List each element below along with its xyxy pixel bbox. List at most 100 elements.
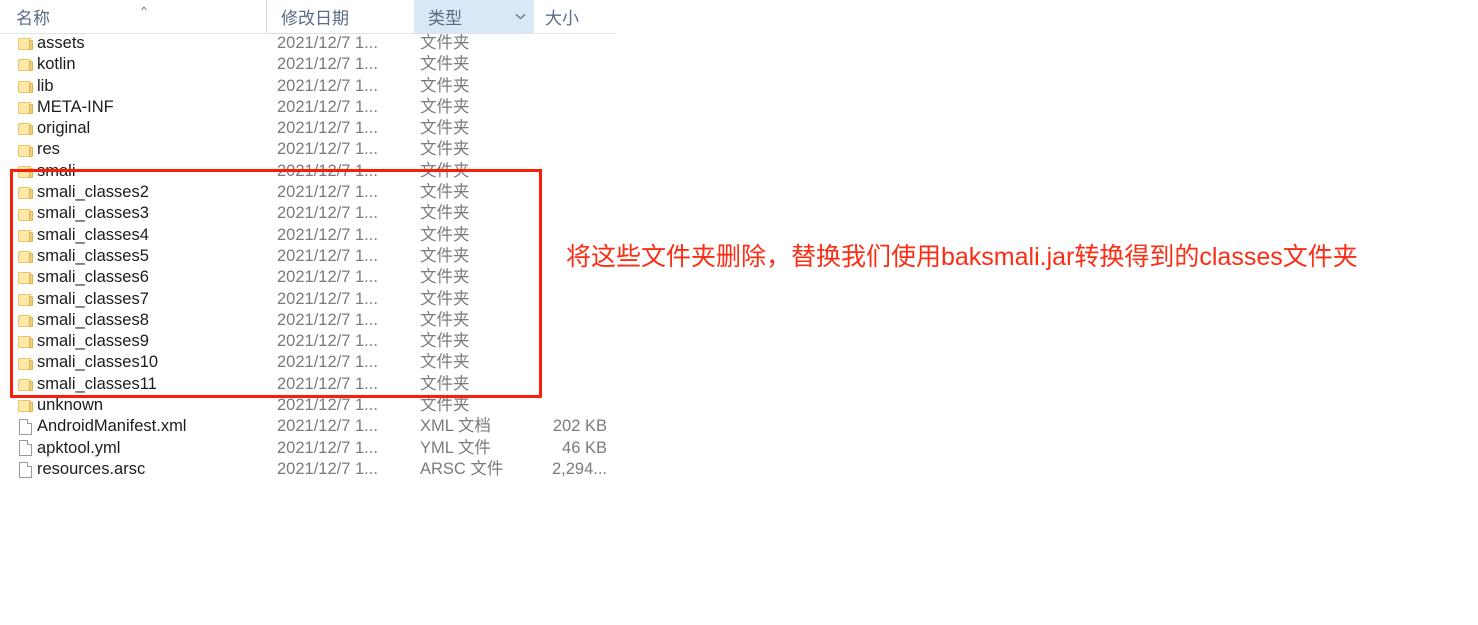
file-row[interactable]: kotlin 2021/12/7 1... 文件夹	[0, 54, 616, 75]
column-header-size-label: 大小	[545, 9, 579, 28]
folder-icon	[16, 97, 34, 118]
file-size-cell	[505, 118, 607, 139]
file-row[interactable]: smali_classes3 2021/12/7 1... 文件夹	[0, 203, 616, 224]
file-row[interactable]: resources.arsc 2021/12/7 1... ARSC 文件 2,294…	[0, 459, 616, 480]
column-header-type-label: 类型	[428, 9, 462, 28]
folder-icon	[16, 182, 34, 203]
file-date-cell: 2021/12/7 1...	[277, 34, 378, 52]
file-date-cell: 2021/12/7 1...	[277, 310, 378, 329]
folder-icon	[16, 267, 34, 288]
file-row[interactable]: res 2021/12/7 1... 文件夹	[0, 139, 616, 160]
file-size-cell	[505, 331, 607, 352]
file-name-cell: META-INF	[37, 97, 114, 116]
folder-icon	[16, 161, 34, 182]
folder-icon	[16, 203, 34, 224]
file-name-cell: lib	[37, 76, 54, 95]
column-header-row: 名称 修改日期 类型 大小	[0, 0, 616, 34]
folder-icon	[16, 352, 34, 373]
file-name-cell: apktool.yml	[37, 438, 121, 457]
file-name-cell: smali_classes5	[37, 246, 149, 265]
file-date-cell: 2021/12/7 1...	[277, 140, 378, 159]
file-row[interactable]: apktool.yml 2021/12/7 1... YML 文件 46 KB	[0, 438, 616, 459]
file-row[interactable]: smali_classes7 2021/12/7 1... 文件夹	[0, 289, 616, 310]
file-icon	[16, 438, 34, 459]
file-name-cell: smali_classes6	[37, 268, 149, 287]
folder-icon	[16, 76, 34, 97]
file-explorer-details-view: 名称 修改日期 类型 大小 assets 2021/12/7 1... 文件夹 kot…	[0, 0, 1478, 625]
file-row[interactable]: smali 2021/12/7 1... 文件夹	[0, 161, 616, 182]
column-header-date-modified-label: 修改日期	[281, 9, 349, 28]
file-size-cell	[505, 395, 607, 416]
file-icon	[16, 416, 34, 437]
file-row[interactable]: META-INF 2021/12/7 1... 文件夹	[0, 97, 616, 118]
folder-icon	[16, 139, 34, 160]
file-size-cell	[505, 182, 607, 203]
column-header-type[interactable]: 类型	[414, 0, 534, 33]
file-size-cell	[505, 203, 607, 224]
file-date-cell: 2021/12/7 1...	[277, 225, 378, 244]
file-row[interactable]: original 2021/12/7 1... 文件夹	[0, 118, 616, 139]
file-size-cell	[505, 139, 607, 160]
file-name-cell: smali_classes10	[37, 353, 159, 372]
file-size-cell	[505, 33, 607, 54]
file-size-cell: 2,294...	[551, 459, 607, 478]
file-size-cell	[505, 161, 607, 182]
file-size-cell	[505, 352, 607, 373]
column-header-name[interactable]: 名称	[0, 0, 265, 33]
file-row[interactable]: unknown 2021/12/7 1... 文件夹	[0, 395, 616, 416]
file-name-cell: res	[37, 140, 60, 159]
file-name-cell: smali_classes3	[37, 204, 149, 223]
column-header-date-modified[interactable]: 修改日期	[266, 0, 414, 33]
column-header-size[interactable]: 大小	[535, 0, 616, 33]
file-date-cell: 2021/12/7 1...	[277, 459, 378, 478]
file-row[interactable]: smali_classes9 2021/12/7 1... 文件夹	[0, 331, 616, 352]
file-date-cell: 2021/12/7 1...	[277, 417, 378, 436]
folder-icon	[16, 395, 34, 416]
file-size-cell	[505, 374, 607, 395]
file-date-cell: 2021/12/7 1...	[277, 119, 378, 138]
file-name-cell: smali_classes7	[37, 289, 149, 308]
file-date-cell: 2021/12/7 1...	[277, 438, 378, 457]
file-row[interactable]: assets 2021/12/7 1... 文件夹	[0, 33, 616, 54]
file-date-cell: 2021/12/7 1...	[277, 161, 378, 180]
file-name-cell: assets	[37, 34, 85, 52]
file-date-cell: 2021/12/7 1...	[277, 55, 378, 74]
file-date-cell: 2021/12/7 1...	[277, 289, 378, 308]
file-size-cell: 46 KB	[562, 438, 607, 457]
file-row[interactable]: smali_classes4 2021/12/7 1... 文件夹	[0, 225, 616, 246]
folder-icon	[16, 374, 34, 395]
folder-icon	[16, 33, 34, 54]
file-name-cell: smali_classes2	[37, 183, 149, 202]
file-size-cell	[505, 97, 607, 118]
file-name-cell: smali_classes4	[37, 225, 149, 244]
folder-icon	[16, 118, 34, 139]
file-row[interactable]: smali_classes10 2021/12/7 1... 文件夹	[0, 352, 616, 373]
folder-icon	[16, 310, 34, 331]
file-row[interactable]: AndroidManifest.xml 2021/12/7 1... XML 文档 2…	[0, 416, 616, 437]
file-date-cell: 2021/12/7 1...	[277, 246, 378, 265]
file-name-cell: smali_classes11	[37, 374, 157, 393]
file-name-cell: smali	[37, 161, 76, 180]
file-row[interactable]: smali_classes8 2021/12/7 1... 文件夹	[0, 310, 616, 331]
file-row[interactable]: lib 2021/12/7 1... 文件夹	[0, 76, 616, 97]
file-name-cell: resources.arsc	[37, 459, 146, 478]
chevron-down-icon[interactable]	[514, 11, 526, 23]
folder-icon	[16, 331, 34, 352]
file-name-cell: kotlin	[37, 55, 76, 74]
file-row[interactable]: smali_classes6 2021/12/7 1... 文件夹	[0, 267, 616, 288]
file-size-cell	[505, 76, 607, 97]
file-row[interactable]: smali_classes11 2021/12/7 1... 文件夹	[0, 374, 616, 395]
file-size-cell	[505, 289, 607, 310]
file-row[interactable]: smali_classes5 2021/12/7 1... 文件夹	[0, 246, 616, 267]
file-date-cell: 2021/12/7 1...	[277, 374, 378, 393]
file-name-cell: unknown	[37, 396, 104, 415]
file-size-cell	[505, 310, 607, 331]
file-row[interactable]: smali_classes2 2021/12/7 1... 文件夹	[0, 182, 616, 203]
folder-icon	[16, 225, 34, 246]
sort-ascending-caret-icon	[138, 1, 150, 10]
file-date-cell: 2021/12/7 1...	[277, 353, 378, 372]
file-name-cell: AndroidManifest.xml	[37, 417, 187, 436]
folder-icon	[16, 289, 34, 310]
file-date-cell: 2021/12/7 1...	[277, 268, 378, 287]
file-name-cell: smali_classes8	[37, 310, 149, 329]
